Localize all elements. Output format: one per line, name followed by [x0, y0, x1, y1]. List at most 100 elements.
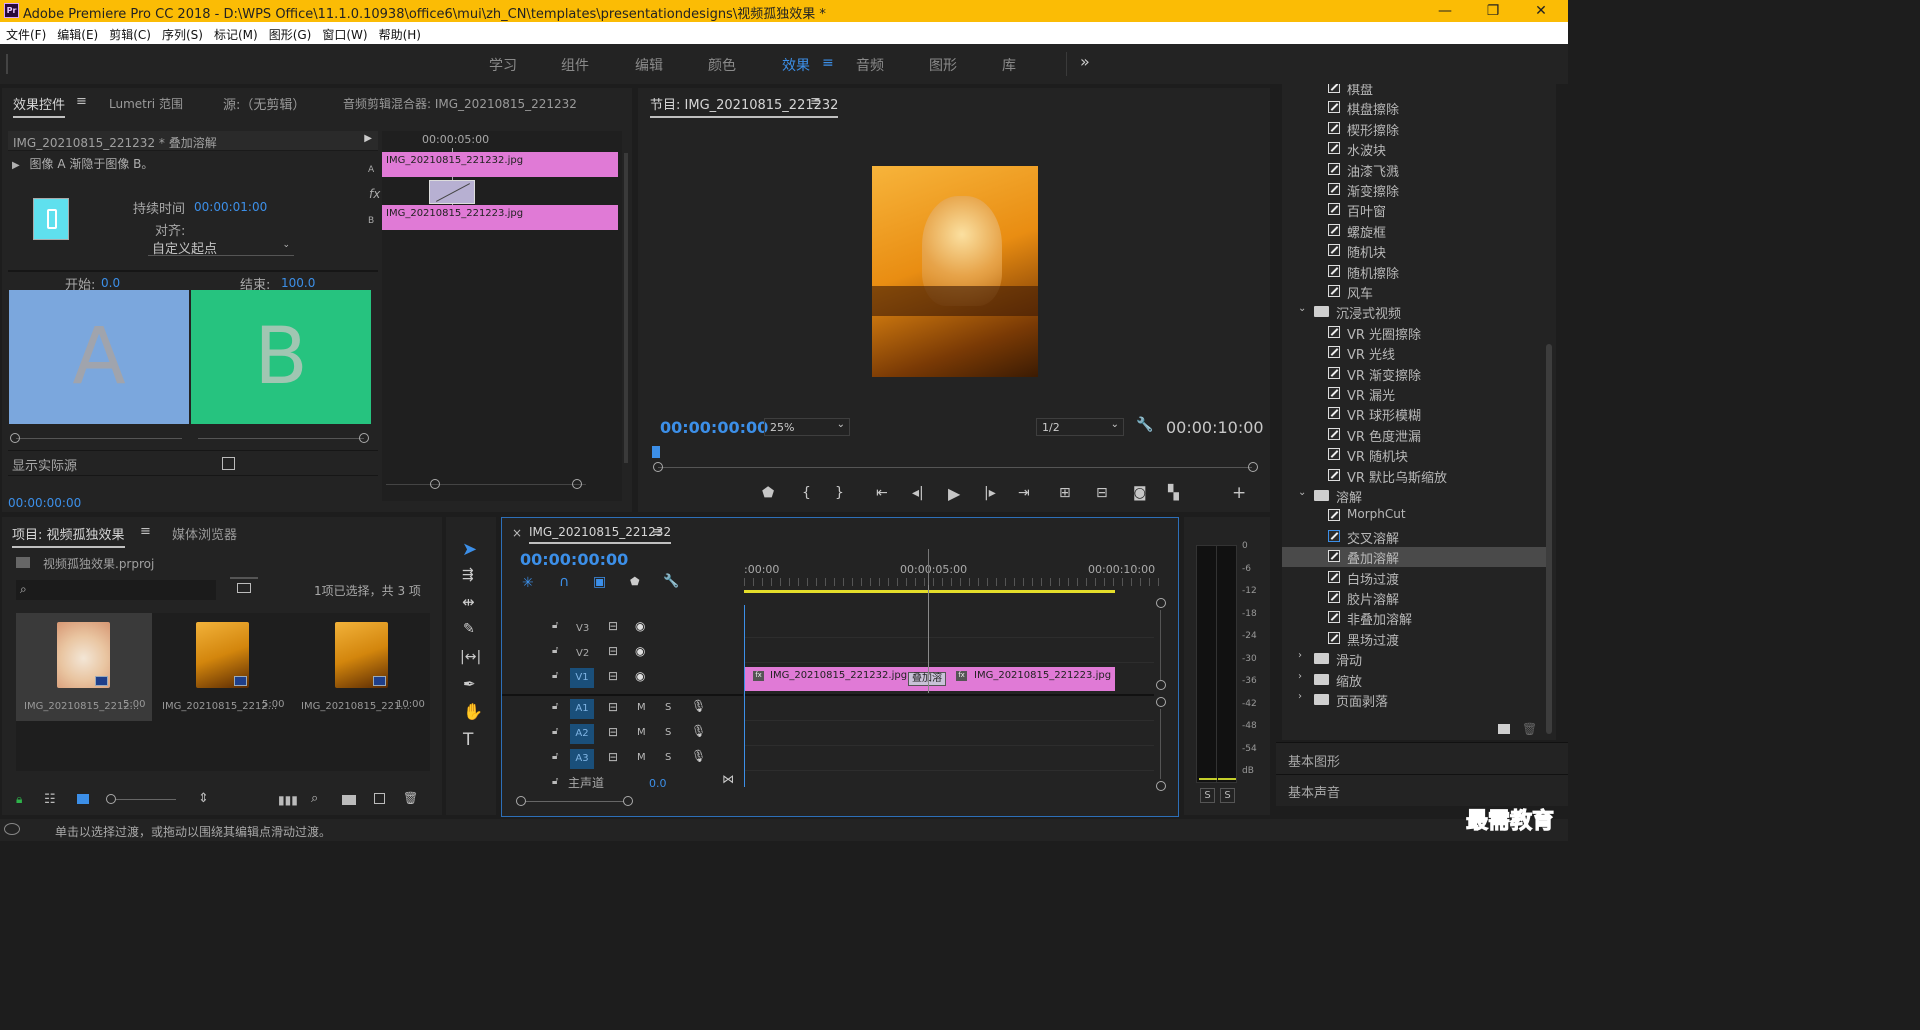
wrench-icon[interactable]: 🔧: [1136, 417, 1153, 433]
effects-item[interactable]: 叠加溶解: [1282, 547, 1548, 568]
work-area-bar[interactable]: [744, 590, 1115, 593]
solo-button[interactable]: S: [665, 727, 671, 738]
chevron-right-icon[interactable]: ›: [1298, 691, 1302, 702]
effect-controls-scrollbar[interactable]: [624, 153, 628, 463]
mini-clip-a[interactable]: IMG_20210815_221232.jpg: [382, 152, 618, 177]
effects-item[interactable]: VR 漏光: [1282, 384, 1548, 404]
selection-tool-icon[interactable]: ➤: [462, 539, 477, 560]
lock-icon[interactable]: 🔓︎: [552, 751, 558, 762]
play-icon[interactable]: ▶: [948, 484, 960, 503]
effects-item[interactable]: VR 默比乌斯缩放: [1282, 466, 1548, 486]
mic-icon[interactable]: 🎙︎: [691, 749, 706, 763]
minimize-button[interactable]: —: [1422, 1, 1468, 21]
zoom-slider-handle[interactable]: [106, 794, 116, 804]
mark-out-icon[interactable]: }: [835, 485, 844, 501]
workspace-tab-audio[interactable]: 音频: [856, 55, 884, 75]
chevron-right-icon[interactable]: ›: [1298, 650, 1302, 661]
menu-graphics[interactable]: 图形(G): [263, 22, 317, 43]
ripple-edit-tool-icon[interactable]: ⇹: [462, 593, 475, 611]
panel-menu-icon[interactable]: ≡: [810, 94, 821, 109]
slip-tool-icon[interactable]: |↔|: [460, 649, 481, 665]
extract-icon[interactable]: ⊟: [1096, 485, 1108, 501]
track-v1-label[interactable]: V1: [570, 668, 594, 688]
effects-item[interactable]: 水波块: [1282, 139, 1548, 159]
panel-menu-icon[interactable]: ≡: [652, 525, 663, 540]
step-forward-icon[interactable]: |▸: [984, 485, 996, 501]
project-item-3[interactable]: IMG_20210815_221... 10:00: [294, 613, 430, 721]
pen-tool-icon[interactable]: ✒: [463, 675, 476, 693]
step-back-icon[interactable]: ◂|: [912, 485, 924, 501]
end-slider[interactable]: [198, 438, 364, 439]
effects-item[interactable]: 棋盘擦除: [1282, 98, 1548, 118]
solo-button[interactable]: S: [665, 752, 671, 763]
tab-audio-clip-mixer[interactable]: 音频剪辑混合器: IMG_20210815_221232: [343, 95, 577, 112]
playhead-line[interactable]: [744, 605, 745, 787]
zoom-slider[interactable]: [116, 799, 176, 800]
track-a2-label[interactable]: A2: [570, 724, 594, 744]
mini-zoom-handle-left[interactable]: [430, 479, 440, 489]
new-folder-icon[interactable]: [1498, 724, 1510, 734]
program-scrub-bar[interactable]: [658, 467, 1252, 468]
type-tool-icon[interactable]: T: [463, 730, 473, 750]
scrub-start-handle[interactable]: [653, 462, 663, 472]
eye-icon[interactable]: ◉: [635, 644, 645, 658]
master-volume-value[interactable]: 0.0: [649, 777, 667, 790]
resolution-dropdown[interactable]: 1/2 ⌄: [1036, 418, 1124, 436]
lock-icon[interactable]: 🔓︎: [552, 776, 558, 787]
delete-icon[interactable]: 🗑: [1522, 722, 1537, 736]
workspace-tab-effects[interactable]: 效果: [782, 55, 810, 75]
razor-tool-icon[interactable]: ✎: [463, 621, 475, 637]
effects-item[interactable]: VR 球形模糊: [1282, 404, 1548, 424]
sequence-tab[interactable]: IMG_20210815_221232: [529, 525, 672, 544]
project-search-input[interactable]: ⌕: [16, 580, 216, 600]
effects-item[interactable]: VR 色度泄漏: [1282, 425, 1548, 445]
mini-clip-b[interactable]: IMG_20210815_221223.jpg: [382, 205, 618, 230]
timeline-settings-icon[interactable]: 🔧: [663, 574, 679, 589]
workspace-tab-assembly[interactable]: 组件: [561, 55, 589, 75]
solo-left-button[interactable]: S: [1200, 788, 1215, 803]
playhead-marker[interactable]: [652, 446, 660, 458]
effects-item[interactable]: 交叉溶解: [1282, 527, 1548, 547]
timeline-transition[interactable]: 叠加溶: [908, 672, 946, 686]
eye-icon[interactable]: ◉: [635, 619, 645, 633]
project-item-1[interactable]: IMG_20210815_2212... 5:00: [16, 613, 152, 721]
effects-item[interactable]: 黑场过渡: [1282, 629, 1548, 649]
workspace-tab-learn[interactable]: 学习: [489, 55, 517, 75]
go-to-out-icon[interactable]: ⇥: [1018, 485, 1030, 501]
mute-button[interactable]: M: [637, 702, 646, 713]
effect-controls-timecode[interactable]: 00:00:00:00: [8, 496, 81, 510]
find-icon[interactable]: ⌕: [311, 791, 318, 806]
lock-icon[interactable]: 🔒︎: [16, 792, 22, 807]
sync-lock-icon[interactable]: ⊟: [608, 700, 618, 714]
go-to-in-icon[interactable]: ⇤: [876, 485, 888, 501]
workspace-tab-color[interactable]: 颜色: [708, 55, 736, 75]
workspace-tab-graphics[interactable]: 图形: [929, 55, 957, 75]
track-a3-label[interactable]: A3: [570, 749, 594, 769]
timeline-zoom-handle-left[interactable]: [516, 796, 526, 806]
solo-right-button[interactable]: S: [1220, 788, 1235, 803]
timeline-vertical-scroll[interactable]: [1154, 596, 1170, 791]
nest-icon[interactable]: ✳: [522, 575, 534, 591]
sync-lock-icon[interactable]: ⊟: [608, 619, 618, 633]
hand-tool-icon[interactable]: ✋: [463, 702, 483, 721]
menu-edit[interactable]: 编辑(E): [51, 22, 103, 43]
project-item-2[interactable]: IMG_20210815_2212... 5:00: [155, 613, 291, 721]
icon-view-icon[interactable]: [77, 794, 89, 804]
align-dropdown[interactable]: 自定义起点 ⌄: [148, 238, 294, 257]
menu-window[interactable]: 窗口(W): [316, 22, 372, 43]
track-select-tool-icon[interactable]: ⇶: [462, 567, 474, 583]
chevron-down-icon[interactable]: ⌄: [1298, 487, 1306, 498]
effects-item[interactable]: VR 随机块: [1282, 445, 1548, 465]
delete-icon[interactable]: 🗑: [403, 791, 418, 805]
close-button[interactable]: ✕: [1518, 1, 1564, 21]
show-actual-sources-checkbox[interactable]: [222, 457, 235, 470]
tab-lumetri-scopes[interactable]: Lumetri 范围: [109, 95, 183, 112]
program-current-timecode[interactable]: 00:00:00:00: [660, 418, 768, 437]
sort-icon[interactable]: ⇕: [198, 791, 209, 806]
track-a1-label[interactable]: A1: [570, 699, 594, 719]
effects-item[interactable]: 渐变擦除: [1282, 180, 1548, 200]
menu-clip[interactable]: 剪辑(C): [103, 22, 156, 43]
tab-effect-controls[interactable]: 效果控件: [13, 94, 66, 118]
timeline-horizontal-scroll[interactable]: [526, 801, 624, 802]
mini-transition[interactable]: [429, 180, 475, 204]
